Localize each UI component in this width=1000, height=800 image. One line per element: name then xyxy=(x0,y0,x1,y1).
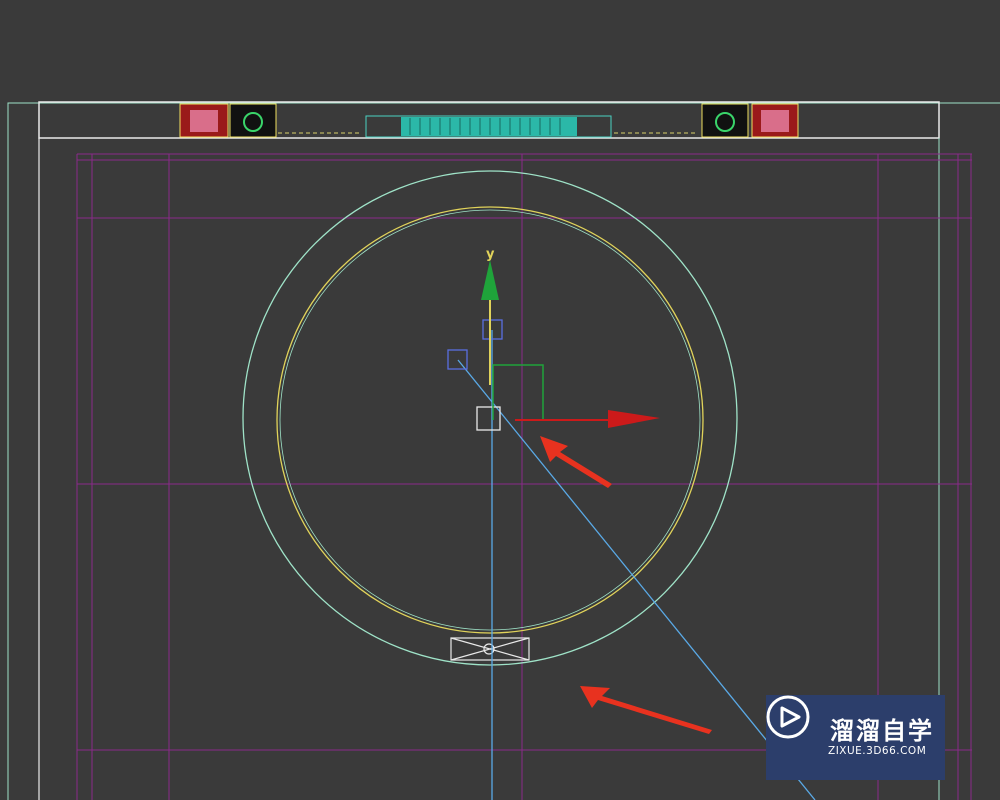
viewport-canvas[interactable]: y xyxy=(0,0,1000,800)
transform-gizmo[interactable]: y xyxy=(481,247,660,428)
outer-ring[interactable] xyxy=(242,170,738,666)
pivot-box[interactable] xyxy=(476,406,501,431)
watermark-title: 溜溜自学 xyxy=(830,717,934,745)
watermark-url: ZIXUE.3D66.COM xyxy=(828,745,927,757)
play-logo-icon xyxy=(766,695,810,739)
annotation-arrow-icon xyxy=(540,436,712,734)
gizmo-x-arrow-icon xyxy=(608,410,660,428)
watermark: 溜溜自学 ZIXUE.3D66.COM xyxy=(766,695,945,780)
light-object[interactable] xyxy=(450,637,530,661)
target-box-1[interactable] xyxy=(447,349,468,370)
wall-strip xyxy=(179,103,799,138)
axis-y-label: y xyxy=(486,247,495,262)
gizmo-y-arrow-icon xyxy=(481,260,499,300)
target-line xyxy=(457,359,816,800)
viewport-top[interactable]: y 溜溜自学 ZIXUE.3D66.COM xyxy=(0,0,1000,800)
